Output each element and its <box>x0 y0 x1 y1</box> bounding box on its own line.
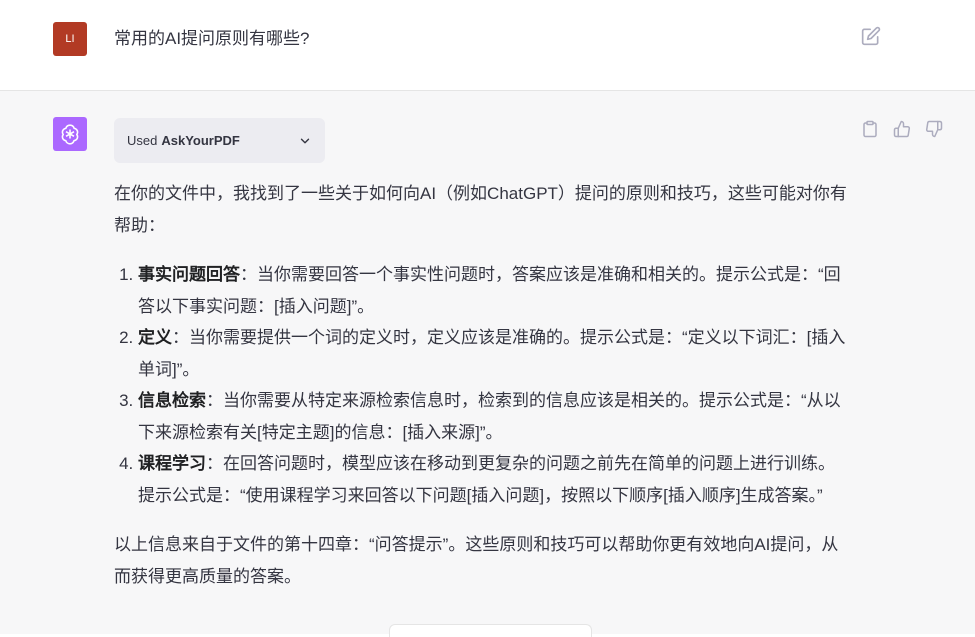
plugin-used-label: Used <box>127 133 158 148</box>
list-item-title: 课程学习 <box>138 454 206 473</box>
list-item: 课程学习：在回答问题时，模型应该在移动到更复杂的问题之前先在简单的问题上进行训练… <box>138 448 849 511</box>
chevron-down-icon <box>300 138 310 143</box>
bottom-input-tab[interactable] <box>389 624 592 637</box>
assistant-answer: 在你的文件中，我找到了一些关于如何向AI（例如ChatGPT）提问的原则和技巧，… <box>114 178 849 592</box>
list-item: 定义：当你需要提供一个词的定义时，定义应该是准确的。提示公式是：“定义以下词汇：… <box>138 322 849 385</box>
user-avatar-initials: LI <box>65 33 75 45</box>
list-item-title: 信息检索 <box>138 391 206 410</box>
assistant-avatar <box>53 117 87 151</box>
plugin-used-toggle[interactable]: Used AskYourPDF <box>114 118 325 163</box>
thumbs-down-icon <box>925 120 943 138</box>
list-item: 信息检索：当你需要从特定来源检索信息时，检索到的信息应该是相关的。提示公式是：“… <box>138 385 849 448</box>
clipboard-icon <box>863 120 877 138</box>
user-avatar: LI <box>53 22 87 56</box>
list-item-title: 定义 <box>138 328 172 347</box>
answer-intro: 在你的文件中，我找到了一些关于如何向AI（例如ChatGPT）提问的原则和技巧，… <box>114 184 847 235</box>
user-message-row: LI 常用的AI提问原则有哪些? <box>0 0 975 91</box>
list-item-text: ：在回答问题时，模型应该在移动到更复杂的问题之前先在简单的问题上进行训练。提示公… <box>138 454 835 505</box>
list-item-text: ：当你需要提供一个词的定义时，定义应该是准确的。提示公式是：“定义以下词汇：[插… <box>138 328 846 379</box>
openai-logo-icon <box>61 124 79 145</box>
list-item-text: ：当你需要回答一个事实性问题时，答案应该是准确和相关的。提示公式是：“回答以下事… <box>138 265 841 316</box>
user-question: 常用的AI提问原则有哪些? <box>114 29 310 48</box>
assistant-message-row: Used AskYourPDF 在你的文件中，我找到了一些关于如何向AI（例如C… <box>0 91 975 637</box>
edit-icon[interactable] <box>861 26 881 46</box>
plugin-name: AskYourPDF <box>161 133 240 148</box>
copy-button[interactable] <box>861 120 879 140</box>
principles-list: 事实问题回答：当你需要回答一个事实性问题时，答案应该是准确和相关的。提示公式是：… <box>114 259 849 511</box>
thumbs-up-icon <box>893 120 911 138</box>
thumbs-up-button[interactable] <box>893 120 911 140</box>
list-item-text: ：当你需要从特定来源检索信息时，检索到的信息应该是相关的。提示公式是：“从以下来… <box>138 391 841 442</box>
thumbs-down-button[interactable] <box>925 120 943 140</box>
list-item: 事实问题回答：当你需要回答一个事实性问题时，答案应该是准确和相关的。提示公式是：… <box>138 259 849 322</box>
list-item-title: 事实问题回答 <box>138 265 240 284</box>
answer-outro: 以上信息来自于文件的第十四章：“问答提示”。这些原则和技巧可以帮助你更有效地向A… <box>114 535 839 586</box>
